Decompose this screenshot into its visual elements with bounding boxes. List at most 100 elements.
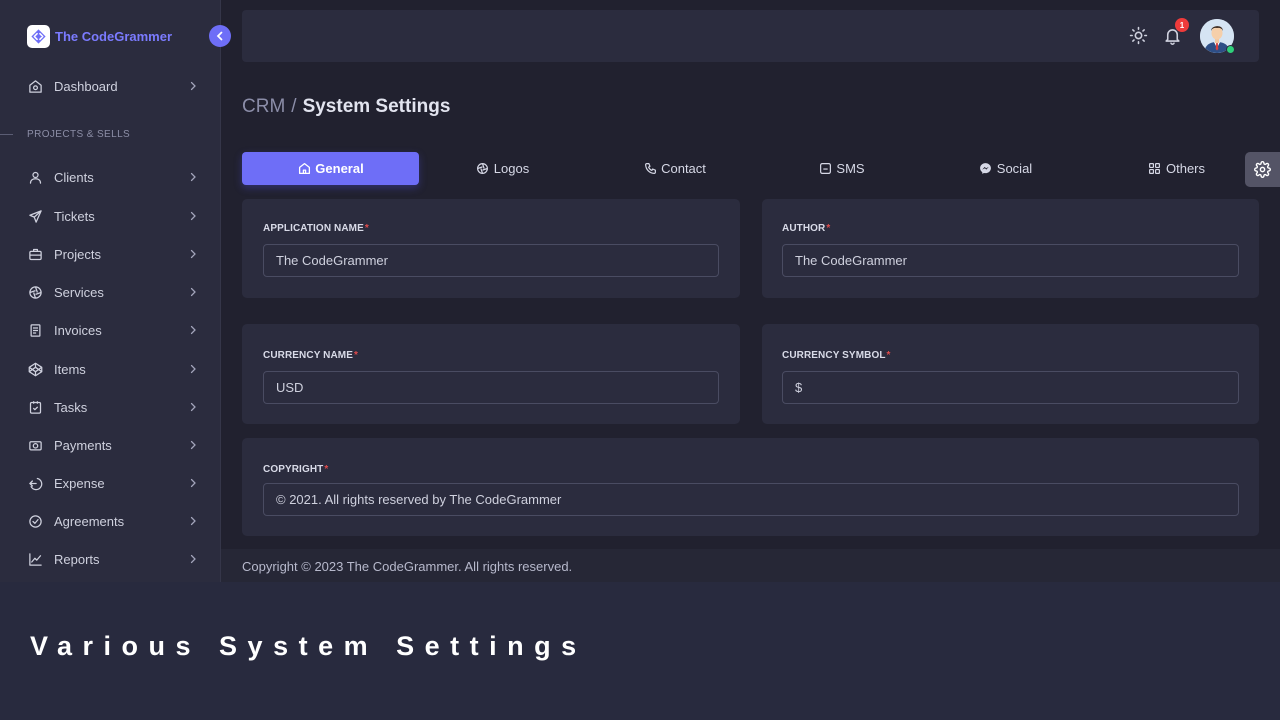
chevron-right-icon [190, 211, 196, 221]
chevron-right-icon [190, 81, 196, 91]
logout-icon [27, 475, 43, 491]
chart-icon [27, 551, 43, 567]
sidebar-item-label: Tasks [54, 399, 88, 415]
currency-symbol-input[interactable] [782, 371, 1239, 404]
chevron-right-icon [190, 172, 196, 182]
sidebar-item-invoices[interactable]: Invoices [0, 315, 221, 345]
sidebar-item-label: Items [54, 361, 86, 377]
sidebar-item-label: Dashboard [54, 78, 118, 94]
chevron-right-icon [190, 554, 196, 564]
breadcrumb-separator: / [291, 96, 297, 117]
gear-icon [1254, 161, 1271, 178]
page-title: System Settings [302, 96, 451, 117]
topbar: 1 [242, 10, 1259, 62]
brand-logo-icon [27, 24, 50, 48]
sidebar-item-tickets[interactable]: Tickets [0, 201, 221, 231]
sidebar-item-label: Clients [54, 169, 94, 185]
chevron-right-icon [190, 249, 196, 259]
tab-contact[interactable]: Contact [586, 152, 763, 185]
sidebar-item-dashboard[interactable]: Dashboard [0, 71, 221, 101]
currency-name-label: CURRENCY NAME* [263, 350, 359, 361]
author-label: AUTHOR* [782, 223, 831, 234]
messenger-icon [979, 162, 993, 176]
sidebar-item-payments[interactable]: Payments [0, 430, 221, 460]
application-name-card: APPLICATION NAME* [242, 199, 740, 298]
author-card: AUTHOR* [762, 199, 1259, 298]
chevron-right-icon [190, 325, 196, 335]
invoice-icon [27, 322, 43, 338]
app-window: The CodeGrammer Dashboard PROJECTS & SEL… [0, 0, 1280, 582]
tab-general[interactable]: General [242, 152, 419, 185]
tab-label: Social [996, 161, 1033, 176]
tab-sms[interactable]: SMS [753, 152, 930, 185]
copyright-card: COPYRIGHT* [242, 438, 1259, 536]
sidebar-item-tasks[interactable]: Tasks [0, 392, 221, 422]
section-divider [0, 134, 13, 135]
currency-symbol-label: CURRENCY SYMBOL* [782, 350, 891, 361]
grid-icon [1148, 162, 1162, 176]
caption-text: Various System Settings [30, 631, 587, 661]
currency-name-card: CURRENCY NAME* [242, 324, 740, 424]
tab-label: SMS [836, 161, 865, 176]
sidebar-item-services[interactable]: Services [0, 277, 221, 307]
author-input[interactable] [782, 244, 1239, 277]
aperture-icon [476, 162, 490, 176]
tab-label: Logos [493, 161, 530, 176]
footer: Copyright © 2023 The CodeGrammer. All ri… [221, 549, 1280, 582]
task-icon [27, 399, 43, 415]
codepen-icon [27, 361, 43, 377]
sidebar-item-reports[interactable]: Reports [0, 544, 221, 574]
aperture-icon [27, 284, 43, 300]
theme-toggle-button[interactable] [1127, 24, 1149, 46]
chevron-right-icon [190, 478, 196, 488]
currency-symbol-card: CURRENCY SYMBOL* [762, 324, 1259, 424]
sidebar-collapse-button[interactable] [209, 25, 231, 47]
chevron-left-icon [216, 31, 223, 41]
breadcrumb-parent-link[interactable]: CRM [242, 96, 285, 118]
currency-name-input[interactable] [263, 371, 719, 404]
notification-badge: 1 [1175, 18, 1189, 32]
sidebar-item-label: Projects [54, 246, 101, 262]
brand-name: The CodeGrammer [55, 28, 173, 44]
sidebar-item-clients[interactable]: Clients [0, 162, 221, 192]
chevron-right-icon [190, 287, 196, 297]
tab-label: General [315, 161, 364, 176]
application-name-label: APPLICATION NAME* [263, 223, 369, 234]
application-name-input[interactable] [263, 244, 719, 277]
sun-icon [1129, 26, 1147, 44]
chevron-right-icon [190, 402, 196, 412]
brand[interactable]: The CodeGrammer [27, 24, 172, 48]
message-square-icon [818, 162, 832, 176]
copyright-input[interactable] [263, 483, 1239, 516]
sidebar: The CodeGrammer Dashboard PROJECTS & SEL… [0, 0, 221, 582]
chevron-right-icon [190, 440, 196, 450]
sidebar-item-label: Agreements [54, 513, 125, 529]
tab-label: Others [1165, 161, 1205, 176]
home-icon [297, 162, 311, 176]
sidebar-item-label: Expense [54, 475, 105, 491]
sidebar-item-projects[interactable]: Projects [0, 239, 221, 269]
tab-others[interactable]: Others [1088, 152, 1265, 185]
sidebar-item-agreements[interactable]: Agreements [0, 506, 221, 536]
settings-panel-button[interactable] [1245, 152, 1280, 187]
section-label: PROJECTS & SELLS [27, 129, 131, 140]
sidebar-item-label: Services [54, 284, 104, 300]
briefcase-icon [27, 246, 43, 262]
footer-copyright: Copyright © 2023 The CodeGrammer. All ri… [242, 559, 573, 574]
home-icon [27, 78, 43, 94]
breadcrumb: CRM / System Settings [242, 96, 450, 118]
sidebar-item-label: Reports [54, 551, 100, 567]
sidebar-item-label: Invoices [54, 322, 102, 338]
tab-social[interactable]: Social [917, 152, 1094, 185]
user-icon [27, 169, 43, 185]
sidebar-item-items[interactable]: Items [0, 354, 221, 384]
camera-icon [27, 437, 43, 453]
sidebar-item-expense[interactable]: Expense [0, 468, 221, 498]
check-circle-icon [27, 513, 43, 529]
tab-logos[interactable]: Logos [414, 152, 591, 185]
sidebar-item-label: Tickets [54, 208, 95, 224]
copyright-label: COPYRIGHT* [263, 464, 329, 475]
send-icon [27, 208, 43, 224]
phone-icon [643, 162, 657, 176]
chevron-right-icon [190, 364, 196, 374]
